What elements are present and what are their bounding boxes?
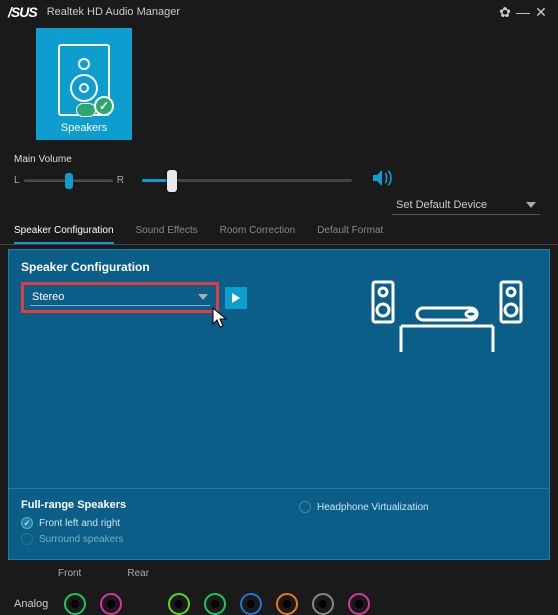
device-label: Speakers bbox=[61, 122, 107, 134]
chevron-down-icon bbox=[198, 294, 208, 300]
checkbox-label: Front left and right bbox=[39, 518, 120, 529]
jack-front-green[interactable] bbox=[64, 593, 86, 615]
default-device-label: Set Default Device bbox=[396, 199, 487, 211]
jack-group-front: Front bbox=[58, 568, 81, 579]
window-title: Realtek HD Audio Manager bbox=[47, 6, 496, 18]
speaker-icon: ✓ bbox=[58, 44, 110, 116]
checkbox-front-lr[interactable]: ✓ Front left and right bbox=[21, 517, 259, 529]
jacks-section: Front Rear Analog bbox=[0, 560, 558, 615]
speaker-config-dropdown[interactable]: Stereo bbox=[30, 289, 210, 306]
jack-front-pink[interactable] bbox=[100, 593, 122, 615]
jack-rear-blue[interactable] bbox=[240, 593, 262, 615]
device-speakers[interactable]: ✓ Speakers bbox=[36, 28, 132, 140]
speaker-config-panel: Speaker Configuration Stereo bbox=[8, 249, 550, 489]
check-badge-icon: ✓ bbox=[94, 96, 114, 116]
check-icon bbox=[299, 501, 311, 513]
check-icon: ✓ bbox=[21, 517, 33, 529]
settings-icon[interactable]: ✿ bbox=[496, 4, 514, 21]
balance-left-label: L bbox=[14, 175, 20, 186]
play-button[interactable] bbox=[225, 287, 247, 309]
jack-rear-pink[interactable] bbox=[348, 593, 370, 615]
dropdown-value: Stereo bbox=[32, 291, 64, 303]
tab-speaker-configuration[interactable]: Speaker Configuration bbox=[14, 225, 114, 244]
jack-rear-lime[interactable] bbox=[168, 593, 190, 615]
full-range-title: Full-range Speakers bbox=[21, 499, 259, 511]
checkbox-headphone-virt[interactable]: Headphone Virtualization bbox=[299, 501, 537, 513]
tab-sound-effects[interactable]: Sound Effects bbox=[136, 225, 198, 244]
checkbox-surround[interactable]: Surround speakers bbox=[21, 533, 259, 545]
device-row: ✓ Speakers bbox=[0, 24, 558, 140]
highlight-box: Stereo bbox=[21, 282, 219, 313]
jack-rear-green[interactable] bbox=[204, 593, 226, 615]
tabs: Speaker Configuration Sound Effects Room… bbox=[0, 215, 558, 245]
close-button[interactable]: ✕ bbox=[532, 4, 550, 21]
analog-label: Analog bbox=[14, 598, 50, 610]
chevron-down-icon bbox=[526, 202, 536, 208]
volume-slider[interactable] bbox=[142, 179, 352, 182]
panel-title: Speaker Configuration bbox=[21, 260, 537, 274]
speaker-layout-graphic bbox=[367, 276, 527, 356]
check-icon bbox=[21, 533, 33, 545]
default-device-dropdown[interactable]: Set Default Device bbox=[392, 196, 540, 215]
checkbox-label: Headphone Virtualization bbox=[317, 502, 429, 513]
jack-group-rear: Rear bbox=[127, 568, 149, 579]
options-panel: Full-range Speakers ✓ Front left and rig… bbox=[8, 489, 550, 560]
tab-room-correction[interactable]: Room Correction bbox=[220, 225, 296, 244]
cursor-icon bbox=[212, 307, 230, 329]
jack-rear-grey[interactable] bbox=[312, 593, 334, 615]
volume-icon[interactable] bbox=[372, 169, 394, 192]
chat-badge-icon bbox=[76, 103, 96, 117]
balance-slider[interactable]: L R bbox=[14, 175, 124, 186]
volume-section: Main Volume L R bbox=[0, 140, 558, 192]
minimize-button[interactable]: — bbox=[514, 4, 532, 20]
jack-rear-orange[interactable] bbox=[276, 593, 298, 615]
balance-right-label: R bbox=[117, 175, 124, 186]
checkbox-label: Surround speakers bbox=[39, 534, 124, 545]
logo: /SUS bbox=[8, 4, 37, 20]
titlebar: /SUS Realtek HD Audio Manager ✿ — ✕ bbox=[0, 0, 558, 24]
tab-default-format[interactable]: Default Format bbox=[317, 225, 383, 244]
main-volume-label: Main Volume bbox=[14, 154, 544, 165]
